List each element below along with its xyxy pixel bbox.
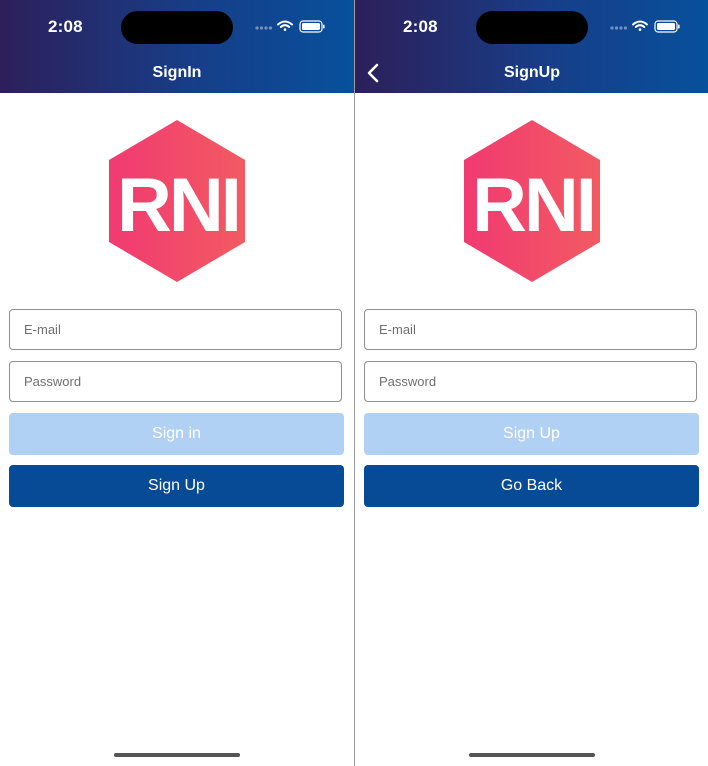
sign-in-button[interactable]: Sign in <box>9 413 344 455</box>
home-indicator[interactable] <box>469 753 595 757</box>
signal-dots-icon <box>255 26 273 30</box>
password-field[interactable] <box>9 361 342 402</box>
logo-text: RNI <box>472 163 594 248</box>
password-field[interactable] <box>364 361 697 402</box>
status-time: 2:08 <box>48 17 83 36</box>
wifi-icon <box>632 20 648 31</box>
logo-text: RNI <box>117 163 239 248</box>
home-indicator[interactable] <box>114 753 240 757</box>
go-back-button[interactable]: Go Back <box>364 465 699 507</box>
email-field[interactable] <box>9 309 342 350</box>
sign-up-submit-button[interactable]: Sign Up <box>364 413 699 455</box>
dynamic-island <box>476 11 588 44</box>
status-icons <box>610 20 680 33</box>
battery-icon <box>654 20 680 33</box>
signin-screen: 2:08 SignIn RNI E-mail Sign in Sign Up <box>0 0 354 766</box>
nav-header: 2:08 SignIn <box>0 0 354 93</box>
nav-header: 2:08 SignUp <box>355 0 708 93</box>
status-time: 2:08 <box>403 17 438 36</box>
rni-logo: RNI <box>109 120 245 282</box>
battery-icon <box>299 20 325 33</box>
dynamic-island <box>121 11 233 44</box>
email-field[interactable] <box>364 309 697 350</box>
signal-dots-icon <box>610 26 628 30</box>
app-stage: 2:08 SignIn RNI E-mail Sign in Sign Up 2… <box>0 0 708 766</box>
sign-up-button[interactable]: Sign Up <box>9 465 344 507</box>
signup-screen: 2:08 SignUp RNI E-mail Sign Up Go Back <box>355 0 708 766</box>
status-icons <box>255 20 325 33</box>
rni-logo: RNI <box>464 120 600 282</box>
page-title: SignUp <box>504 64 560 81</box>
page-title: SignIn <box>152 64 202 81</box>
wifi-icon <box>277 20 293 31</box>
